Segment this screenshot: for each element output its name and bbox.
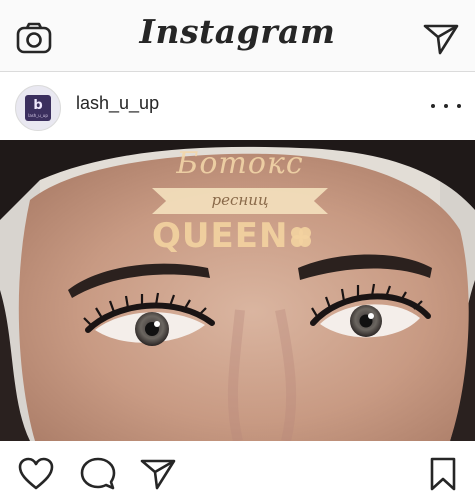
- dot: [444, 104, 448, 108]
- share-icon[interactable]: [140, 457, 176, 491]
- comment-icon[interactable]: [80, 457, 116, 491]
- post-action-bar: [0, 441, 475, 500]
- direct-send-icon[interactable]: [423, 22, 459, 56]
- eye-closeup-photo: [0, 140, 475, 441]
- heart-icon[interactable]: [18, 457, 54, 491]
- avatar[interactable]: b lash_u_up: [15, 85, 61, 131]
- top-navigation-bar: Instagram: [0, 0, 475, 72]
- instagram-logo[interactable]: Instagram: [0, 12, 475, 51]
- post-header: b lash_u_up lash_u_up: [0, 73, 475, 139]
- dot: [431, 104, 435, 108]
- post-username[interactable]: lash_u_up: [76, 93, 159, 114]
- dot: [457, 104, 461, 108]
- avatar-logo: b lash_u_up: [25, 95, 51, 121]
- post-image[interactable]: [0, 140, 475, 441]
- more-options-icon[interactable]: [431, 97, 461, 115]
- bookmark-icon[interactable]: [425, 457, 461, 491]
